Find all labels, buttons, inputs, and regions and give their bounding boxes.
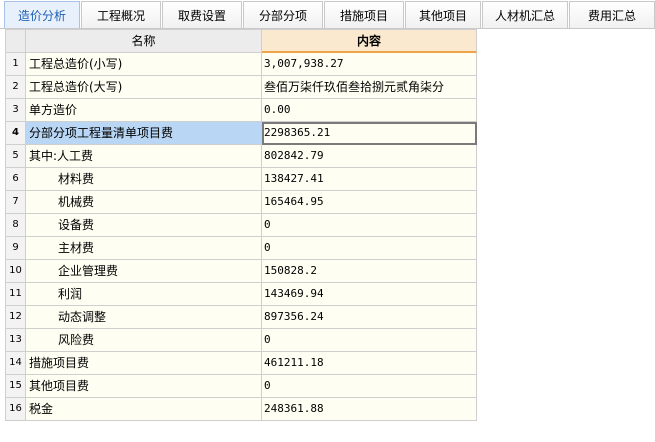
- row-number[interactable]: 15: [5, 375, 26, 398]
- cell-value[interactable]: 0: [262, 375, 477, 398]
- table-row[interactable]: 11 利润 143469.94: [5, 283, 477, 306]
- row-number-header: [5, 29, 26, 53]
- cell-value[interactable]: 897356.24: [262, 306, 477, 329]
- cell-name[interactable]: 其中:人工费: [26, 145, 262, 168]
- row-number[interactable]: 6: [5, 168, 26, 191]
- row-number[interactable]: 13: [5, 329, 26, 352]
- table-row[interactable]: 10 企业管理费 150828.2: [5, 260, 477, 283]
- cell-value[interactable]: 0: [262, 214, 477, 237]
- tab-sub-items[interactable]: 分部分项: [243, 1, 323, 28]
- tab-cost-analysis[interactable]: 造价分析: [4, 1, 80, 28]
- table-row[interactable]: 15 其他项目费 0: [5, 375, 477, 398]
- tab-fee-settings[interactable]: 取费设置: [162, 1, 242, 28]
- table-row[interactable]: 9 主材费 0: [5, 237, 477, 260]
- row-number[interactable]: 12: [5, 306, 26, 329]
- cell-name[interactable]: 税金: [26, 398, 262, 421]
- row-number[interactable]: 3: [5, 99, 26, 122]
- cell-name[interactable]: 主材费: [26, 237, 262, 260]
- cell-value[interactable]: 0.00: [262, 99, 477, 122]
- cell-name[interactable]: 企业管理费: [26, 260, 262, 283]
- cell-value[interactable]: 叁佰万柒仟玖佰叁拾捌元贰角柒分: [262, 76, 477, 99]
- table-row[interactable]: 4 分部分项工程量清单项目费 2298365.21: [5, 122, 477, 145]
- cell-name[interactable]: 机械费: [26, 191, 262, 214]
- table-row[interactable]: 13 风险费 0: [5, 329, 477, 352]
- table-row[interactable]: 8 设备费 0: [5, 214, 477, 237]
- cell-name[interactable]: 设备费: [26, 214, 262, 237]
- cell-name[interactable]: 风险费: [26, 329, 262, 352]
- cell-value[interactable]: 138427.41: [262, 168, 477, 191]
- cell-value[interactable]: 143469.94: [262, 283, 477, 306]
- tab-project-overview[interactable]: 工程概况: [81, 1, 161, 28]
- table-header: 名称 内容: [5, 29, 477, 53]
- row-number[interactable]: 7: [5, 191, 26, 214]
- cell-value[interactable]: 3,007,938.27: [262, 53, 477, 76]
- tab-other-items[interactable]: 其他项目: [405, 1, 481, 28]
- table-row[interactable]: 7 机械费 165464.95: [5, 191, 477, 214]
- table-row[interactable]: 5 其中:人工费 802842.79: [5, 145, 477, 168]
- row-number[interactable]: 14: [5, 352, 26, 375]
- table-row[interactable]: 6 材料费 138427.41: [5, 168, 477, 191]
- table-row[interactable]: 3 单方造价 0.00: [5, 99, 477, 122]
- row-number[interactable]: 11: [5, 283, 26, 306]
- table-row[interactable]: 1 工程总造价(小写) 3,007,938.27: [5, 53, 477, 76]
- column-header-name[interactable]: 名称: [26, 29, 262, 53]
- row-number[interactable]: 10: [5, 260, 26, 283]
- row-number[interactable]: 5: [5, 145, 26, 168]
- table-row[interactable]: 16 税金 248361.88: [5, 398, 477, 421]
- cell-value[interactable]: 0: [262, 329, 477, 352]
- table-row[interactable]: 2 工程总造价(大写) 叁佰万柒仟玖佰叁拾捌元贰角柒分: [5, 76, 477, 99]
- tab-labor-material-machine[interactable]: 人材机汇总: [482, 1, 568, 28]
- table-row[interactable]: 12 动态调整 897356.24: [5, 306, 477, 329]
- row-number[interactable]: 2: [5, 76, 26, 99]
- row-number[interactable]: 8: [5, 214, 26, 237]
- cell-name[interactable]: 其他项目费: [26, 375, 262, 398]
- cell-name[interactable]: 分部分项工程量清单项目费: [26, 122, 262, 145]
- cell-value[interactable]: 248361.88: [262, 398, 477, 421]
- cell-name[interactable]: 动态调整: [26, 306, 262, 329]
- tab-fee-summary[interactable]: 费用汇总: [569, 1, 655, 28]
- cell-value[interactable]: 165464.95: [262, 191, 477, 214]
- cell-value[interactable]: 461211.18: [262, 352, 477, 375]
- cell-name[interactable]: 工程总造价(小写): [26, 53, 262, 76]
- tab-bar: 造价分析 工程概况 取费设置 分部分项 措施项目 其他项目 人材机汇总 费用汇总: [0, 0, 655, 29]
- column-header-value[interactable]: 内容: [262, 29, 477, 53]
- row-number[interactable]: 4: [5, 122, 26, 145]
- row-number[interactable]: 16: [5, 398, 26, 421]
- cell-name[interactable]: 单方造价: [26, 99, 262, 122]
- row-number[interactable]: 9: [5, 237, 26, 260]
- cell-name[interactable]: 利润: [26, 283, 262, 306]
- tab-measures[interactable]: 措施项目: [324, 1, 404, 28]
- row-number[interactable]: 1: [5, 53, 26, 76]
- cell-value[interactable]: 150828.2: [262, 260, 477, 283]
- table-row[interactable]: 14 措施项目费 461211.18: [5, 352, 477, 375]
- cell-name[interactable]: 措施项目费: [26, 352, 262, 375]
- cell-value[interactable]: 0: [262, 237, 477, 260]
- cell-value[interactable]: 2298365.21: [262, 122, 477, 145]
- cell-value[interactable]: 802842.79: [262, 145, 477, 168]
- cell-name[interactable]: 工程总造价(大写): [26, 76, 262, 99]
- cell-name[interactable]: 材料费: [26, 168, 262, 191]
